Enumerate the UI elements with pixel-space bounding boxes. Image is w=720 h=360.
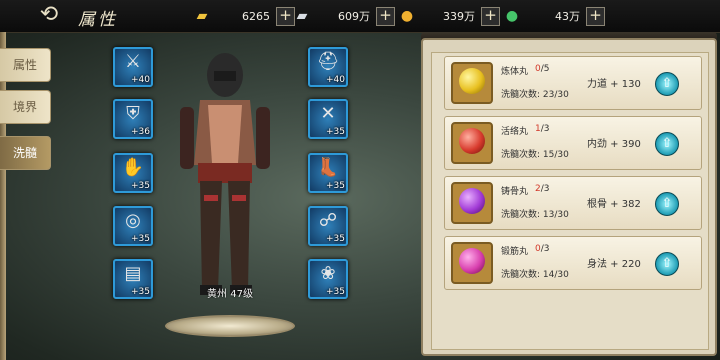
wash-count: 洗髓次数: 14/30	[501, 270, 569, 280]
equip-slot-boots[interactable]: 👢 +35	[308, 153, 348, 193]
equip-level: +35	[326, 127, 345, 137]
equip-slot-scroll[interactable]: ▤ +35	[113, 259, 153, 299]
pill-count: 0/3	[535, 244, 550, 254]
resource-gold-ingot: ▰ 6265 +	[190, 6, 295, 26]
upgrade-button[interactable]: ⇧	[655, 252, 679, 276]
pill-name: 铸骨丸	[501, 187, 529, 197]
pill-icon	[459, 68, 485, 94]
pill-row: 铸骨丸 2/3 洗髓次数: 13/30 根骨 + 382 ⇧	[444, 176, 702, 230]
equip-level: +40	[326, 75, 345, 85]
resource-value: 609万	[338, 10, 370, 23]
equip-level: +35	[131, 234, 150, 244]
pill-row: 活络丸 1/3 洗髓次数: 15/30 内劲 + 390 ⇧	[444, 116, 702, 170]
equip-slot-weapon[interactable]: ⚔ +40	[113, 47, 153, 87]
attribute-bonus: 内劲 + 390	[587, 139, 641, 150]
pendant-icon: ☍	[318, 210, 338, 231]
upgrade-button[interactable]: ⇧	[655, 132, 679, 156]
pill-name: 锻筋丸	[501, 247, 529, 257]
pill-row: 锻筋丸 0/3 洗髓次数: 14/30 身法 + 220 ⇧	[444, 236, 702, 290]
equip-level: +35	[326, 234, 345, 244]
pill-count: 2/3	[535, 184, 550, 194]
back-arrow-icon: ⟲	[39, 2, 59, 27]
equip-level: +35	[326, 287, 345, 297]
attribute-bonus: 力道 + 130	[587, 79, 641, 90]
pill-name: 炼体丸	[501, 67, 529, 77]
tab-marrow-wash[interactable]: 洗髓	[0, 136, 51, 170]
arrow-up-icon: ⇧	[661, 76, 673, 91]
token-icon: ❀	[320, 263, 336, 284]
equip-slot-helmet[interactable]: ⛑ +40	[308, 47, 348, 87]
boots-icon: 👢	[316, 157, 340, 178]
upgrade-button[interactable]: ⇧	[655, 72, 679, 96]
wash-count: 洗髓次数: 15/30	[501, 150, 569, 160]
attribute-bonus: 根骨 + 382	[587, 199, 641, 210]
resource-copper-coin: ● 339万 +	[395, 6, 500, 26]
pill-icon	[459, 128, 485, 154]
pill-count: 0/5	[535, 64, 550, 74]
character-name-level: 黄州 47级	[207, 289, 253, 300]
wash-count: 洗髓次数: 23/30	[501, 90, 569, 100]
equip-level: +35	[326, 181, 345, 191]
equip-slot-gauntlet[interactable]: ✋ +35	[113, 153, 153, 193]
back-button[interactable]: ⟲	[30, 4, 68, 28]
tab-attributes[interactable]: 属性	[0, 48, 51, 82]
pill-icon	[459, 248, 485, 274]
helmet-icon: ⛑	[316, 51, 340, 72]
pill-slot[interactable]	[451, 182, 493, 224]
equip-slot-token[interactable]: ❀ +35	[308, 259, 348, 299]
pill-slot[interactable]	[451, 62, 493, 104]
belt-icon: ✕	[320, 103, 336, 124]
resource-value: 43万	[555, 10, 580, 23]
equip-slot-armor[interactable]: ⛨ +36	[113, 99, 153, 139]
coin-icon: ●	[400, 8, 414, 24]
character-pedestal	[165, 315, 295, 337]
pill-name: 活络丸	[501, 127, 529, 137]
arrow-up-icon: ⇧	[661, 136, 673, 151]
page-title: 属性	[78, 10, 118, 30]
pill-icon	[459, 188, 485, 214]
pill-slot[interactable]	[451, 122, 493, 164]
attribute-bonus: 身法 + 220	[587, 259, 641, 270]
top-bar: ⟲ 属性 ▰ 6265 + ▰ 609万 + ● 339万 + ● 43万 +	[0, 0, 720, 33]
pill-slot[interactable]	[451, 242, 493, 284]
gold-ingot-icon: ▰	[196, 8, 208, 24]
pill-row: 炼体丸 0/5 洗髓次数: 23/30 力道 + 130 ⇧	[444, 56, 702, 110]
equip-level: +40	[131, 75, 150, 85]
armor-icon: ⛨	[126, 103, 140, 124]
jade-icon: ●	[505, 8, 519, 24]
ring-icon: ◎	[125, 210, 141, 231]
arrow-up-icon: ⇧	[661, 196, 673, 211]
character-model[interactable]	[160, 45, 290, 315]
sword-icon: ⚔	[124, 51, 142, 72]
equip-level: +35	[131, 287, 150, 297]
equip-level: +36	[131, 127, 150, 137]
equip-level: +35	[131, 181, 150, 191]
scroll-icon: ▤	[124, 263, 142, 284]
equip-slot-pendant[interactable]: ☍ +35	[308, 206, 348, 246]
add-jade-button[interactable]: +	[586, 6, 605, 26]
add-silver-ingot-button[interactable]: +	[376, 6, 395, 26]
resource-jade: ● 43万 +	[500, 6, 605, 26]
tab-realm[interactable]: 境界	[0, 90, 51, 124]
wash-count: 洗髓次数: 13/30	[501, 210, 569, 220]
arrow-up-icon: ⇧	[661, 256, 673, 271]
equip-slot-ring[interactable]: ◎ +35	[113, 206, 153, 246]
add-coin-button[interactable]: +	[481, 6, 500, 26]
silver-ingot-icon: ▰	[296, 8, 308, 24]
gauntlet-icon: ✋	[121, 157, 145, 178]
resource-silver-ingot: ▰ 609万 +	[290, 6, 395, 26]
equip-slot-belt[interactable]: ✕ +35	[308, 99, 348, 139]
upgrade-button[interactable]: ⇧	[655, 192, 679, 216]
resource-value: 339万	[443, 10, 475, 23]
resource-value: 6265	[242, 9, 270, 23]
pill-count: 1/3	[535, 124, 550, 134]
